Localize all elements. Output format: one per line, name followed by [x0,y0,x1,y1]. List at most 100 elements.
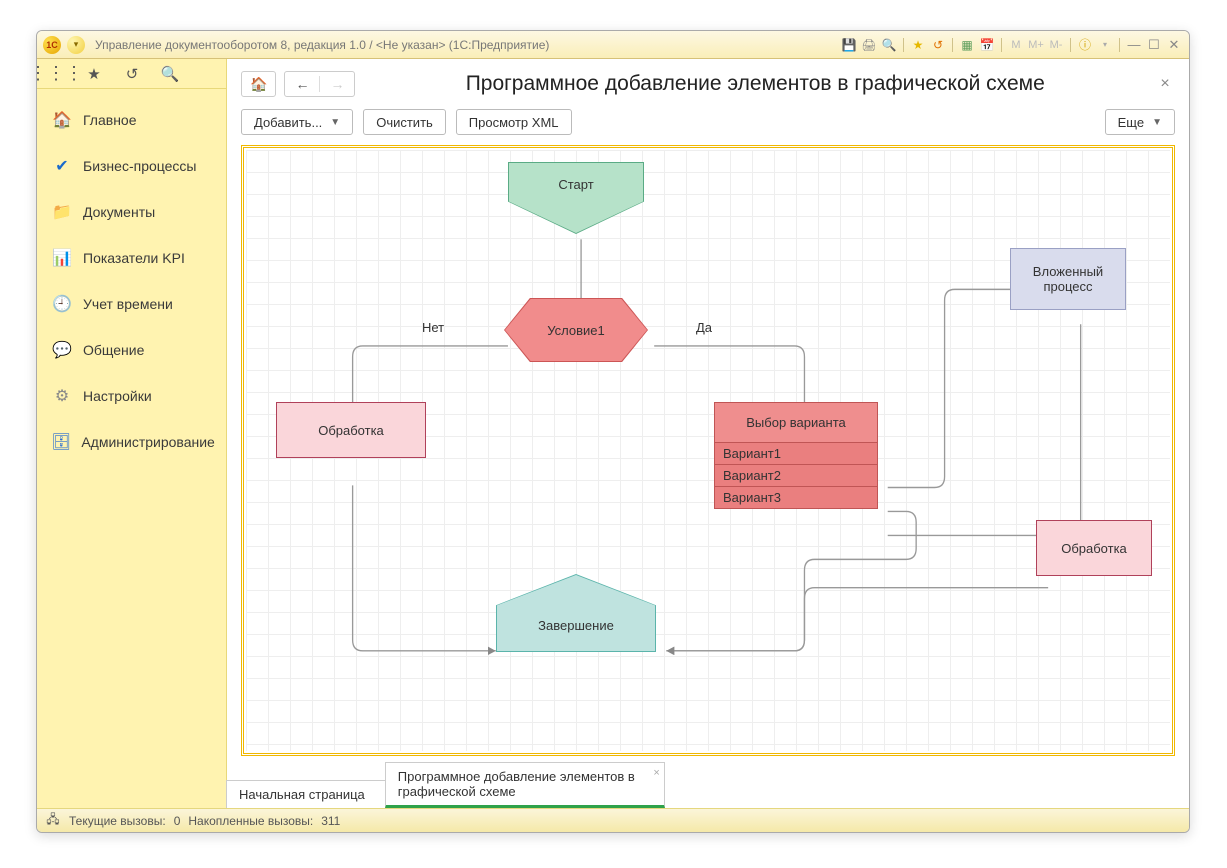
sidebar-item-kpi[interactable]: 📊 Показатели KPI [37,235,226,281]
choice-title: Выбор варианта [715,403,877,442]
status-accum-value: 311 [321,814,340,828]
condition-label: Условие1 [547,323,604,338]
maximize-icon[interactable]: ☐ [1145,38,1163,52]
forward-icon[interactable]: → [319,76,354,92]
close-icon[interactable]: ✕ [1165,38,1183,52]
chevron-down-icon: ▼ [330,117,340,128]
sidebar-item-time[interactable]: 🕘 Учет времени [37,281,226,327]
end-label: Завершение [538,618,614,633]
status-current-label: Текущие вызовы: [69,814,166,828]
page-title: Программное добавление элементов в графи… [363,72,1147,96]
nav-label: Общение [83,342,144,358]
nav-label: Бизнес-процессы [83,158,196,174]
app-window: 1С ▾ Управление документооборотом 8, ред… [36,30,1190,833]
home-icon: 🏠 [51,109,73,131]
home-button[interactable]: 🏠 [241,71,276,97]
save-icon[interactable]: 💾 [840,37,858,53]
gear-icon: ⚙ [51,385,73,407]
back-icon[interactable]: ← [285,76,319,92]
add-label: Добавить... [254,115,322,130]
check-icon: ✔ [51,155,73,177]
close-page-icon[interactable]: × [1155,74,1175,94]
favorite-icon[interactable]: ★ [909,37,927,53]
more-label: Еще [1118,115,1144,130]
window-title: Управление документооборотом 8, редакция… [95,38,834,52]
statusbar: 🖧 Текущие вызовы: 0 Накопленные вызовы: … [37,808,1189,832]
sidebar-item-settings[interactable]: ⚙ Настройки [37,373,226,419]
bottom-tabs: Начальная страница Программное добавлени… [227,764,1189,808]
tab-home[interactable]: Начальная страница [226,780,386,808]
flow-start-node[interactable]: Старт [508,162,644,234]
search-icon[interactable]: 🔍 [151,59,189,88]
nav-label: Настройки [83,388,152,404]
sidebar-toolbar: ⋮⋮⋮ ★ ↺ 🔍 [37,59,226,89]
history-icon[interactable]: ↺ [929,37,947,53]
canvas-frame: Старт Условие1 Нет Да Обработка Выбор ва… [241,145,1175,756]
nav-list: 🏠 Главное ✔ Бизнес-процессы 📁Документы 📊 По… [37,89,226,473]
info-dropdown-icon[interactable]: ▾ [1096,37,1114,53]
memory-mplus[interactable]: M+ [1027,37,1045,53]
chevron-down-icon: ▼ [1152,117,1162,128]
flow-process-left[interactable]: Обработка [276,402,426,458]
choice-option-3[interactable]: Вариант3 [715,486,877,508]
titlebar-tools: 💾 🖨 🔍 ★ ↺ ▦ 📅 M M+ M- ⓘ ▾ — ☐ ✕ [840,37,1183,53]
nav-back-forward[interactable]: ←→ [284,71,355,97]
favorites-icon[interactable]: ★ [75,59,113,88]
history-tab-icon[interactable]: ↺ [113,59,151,88]
edge-label-yes: Да [696,320,712,335]
main-area: 🏠 ←→ Программное добавление элементов в … [227,59,1189,808]
calendar-icon[interactable]: 📅 [978,37,996,53]
clear-button[interactable]: Очистить [363,109,446,135]
sections-icon[interactable]: ⋮⋮⋮ [37,59,75,88]
tab-active[interactable]: Программное добавление элементов в графи… [385,762,665,808]
titlebar: 1С ▾ Управление документооборотом 8, ред… [37,31,1189,59]
sidebar-item-processes[interactable]: ✔ Бизнес-процессы [37,143,226,189]
app-menu-dropdown[interactable]: ▾ [67,36,85,54]
flow-end-node[interactable]: Завершение [496,574,656,652]
flow-condition-node[interactable]: Условие1 [504,298,648,362]
subprocess-label: Вложенный процесс [1011,264,1125,294]
add-button[interactable]: Добавить... ▼ [241,109,353,135]
toolbar: Добавить... ▼ Очистить Просмотр XML Еще ▼ [227,105,1189,145]
status-accum-label: Накопленные вызовы: [188,814,313,828]
tab-close-icon[interactable]: × [653,767,659,779]
database-icon: 🗄 [51,431,71,453]
chat-icon: 💬 [51,339,73,361]
calculator-icon[interactable]: ▦ [958,37,976,53]
flowchart-canvas[interactable]: Старт Условие1 Нет Да Обработка Выбор ва… [246,150,1170,751]
status-current-value: 0 [174,814,181,828]
nav-label: Показатели KPI [83,250,185,266]
sidebar-item-documents[interactable]: 📁Документы [37,189,226,235]
flow-choice-node[interactable]: Выбор варианта Вариант1 Вариант2 Вариант… [714,402,878,509]
view-xml-button[interactable]: Просмотр XML [456,109,572,135]
tab-label: Программное добавление элементов в графи… [398,769,635,799]
nav-label: Администрирование [81,434,215,450]
nav-label: Учет времени [83,296,173,312]
choice-option-2[interactable]: Вариант2 [715,464,877,486]
sidebar-item-chat[interactable]: 💬 Общение [37,327,226,373]
flow-subprocess-node[interactable]: Вложенный процесс [1010,248,1126,310]
preview-icon[interactable]: 🔍 [880,37,898,53]
sidebar: ⋮⋮⋮ ★ ↺ 🔍 🏠 Главное ✔ Бизнес-процессы 📁Док… [37,59,227,808]
info-icon[interactable]: ⓘ [1076,37,1094,53]
print-icon[interactable]: 🖨 [860,37,878,53]
choice-option-1[interactable]: Вариант1 [715,442,877,464]
memory-mminus[interactable]: M- [1047,37,1065,53]
nav-label: Документы [83,204,155,220]
sidebar-item-main[interactable]: 🏠 Главное [37,97,226,143]
chart-icon: 📊 [51,247,73,269]
sidebar-item-admin[interactable]: 🗄 Администрирование [37,419,226,465]
more-button[interactable]: Еще ▼ [1105,109,1175,135]
clock-icon: 🕘 [51,293,73,315]
process-label: Обработка [318,423,384,438]
nav-label: Главное [83,112,137,128]
app-logo-icon: 1С [43,36,61,54]
start-label: Старт [558,177,593,192]
page-header: 🏠 ←→ Программное добавление элементов в … [227,59,1189,105]
flow-process-right[interactable]: Обработка [1036,520,1152,576]
minimize-icon[interactable]: — [1125,38,1143,52]
memory-m[interactable]: M [1007,37,1025,53]
edge-label-no: Нет [422,320,444,335]
process-label: Обработка [1061,541,1127,556]
status-icon: 🖧 [45,813,61,829]
